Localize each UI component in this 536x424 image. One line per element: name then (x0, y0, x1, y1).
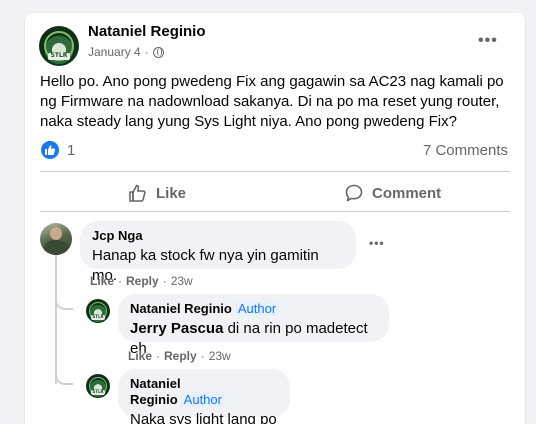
action-separator: · (118, 274, 123, 288)
reply-actions: Like · Reply · 23w (128, 349, 231, 363)
comment-timestamp[interactable]: 23w (171, 274, 193, 288)
reaction-count[interactable]: 1 (67, 142, 75, 159)
action-separator: · (162, 274, 167, 288)
comment-author[interactable]: Jcp Nga (92, 228, 344, 244)
action-separator: · (156, 349, 161, 363)
post-more-button[interactable]: ••• (478, 32, 498, 50)
author-badge: Author (234, 301, 280, 316)
globe-icon (152, 46, 164, 58)
post-author-name[interactable]: Nataniel Reginio (88, 23, 206, 40)
divider-top (40, 171, 510, 172)
mention-link[interactable]: Jerry Pascua (130, 320, 223, 337)
post-body: Hello po. Ano pong pwedeng Fix ang gagaw… (40, 73, 504, 130)
comment-bubble: Jcp Nga Hanap ka stock fw nya yin gamiti… (80, 221, 356, 284)
author-badge: Author (180, 392, 225, 407)
comment-more-button[interactable]: ••• (369, 236, 385, 250)
reply-author: Nataniel Reginio Author (130, 301, 377, 317)
comment-actions: Like · Reply · 23w (90, 274, 193, 288)
reply-avatar[interactable]: STLR (86, 299, 110, 323)
like-button[interactable]: Like (128, 183, 186, 203)
thread-line (55, 254, 57, 384)
reply-text: Naka sys light lang po (130, 411, 277, 424)
reply-timestamp[interactable]: 23w (209, 349, 231, 363)
comment-count-link[interactable]: 7 Comments (423, 142, 508, 159)
comment-icon (345, 184, 363, 202)
commenter-avatar[interactable] (40, 223, 72, 255)
reply-author-name[interactable]: Nataniel Reginio (130, 301, 232, 316)
divider-bottom (40, 211, 510, 212)
avatar-logo-text: STLR (47, 53, 71, 61)
comment-button[interactable]: Comment (344, 183, 441, 203)
action-separator: · (200, 349, 205, 363)
reply-bubble: Nataniel Reginio Author Naka sys light la… (118, 369, 290, 424)
reply-author-name[interactable]: Nataniel Reginio (130, 376, 181, 407)
meta-separator: · (144, 45, 149, 59)
like-button-label: Like (156, 184, 187, 202)
avatar-logo-text: STLR (91, 314, 105, 320)
reply-author: Nataniel Reginio Author (130, 376, 278, 408)
avatar-logo-text: STLR (91, 389, 105, 395)
author-avatar[interactable]: STLR (39, 26, 79, 66)
reply-avatar[interactable]: STLR (86, 374, 110, 398)
thumbs-up-icon (129, 184, 146, 202)
like-reaction-icon[interactable] (41, 141, 59, 159)
reply-like-link[interactable]: Like (128, 349, 152, 363)
comment-reply-link[interactable]: Reply (126, 274, 159, 288)
comment-button-label: Comment (372, 184, 442, 202)
reply-bubble: Nataniel Reginio Author Jerry Pascua di n… (118, 294, 389, 357)
post-meta: January 4 · (88, 45, 164, 59)
comment-like-link[interactable]: Like (90, 274, 114, 288)
post-date[interactable]: January 4 (88, 45, 141, 59)
reply-reply-link[interactable]: Reply (164, 349, 197, 363)
